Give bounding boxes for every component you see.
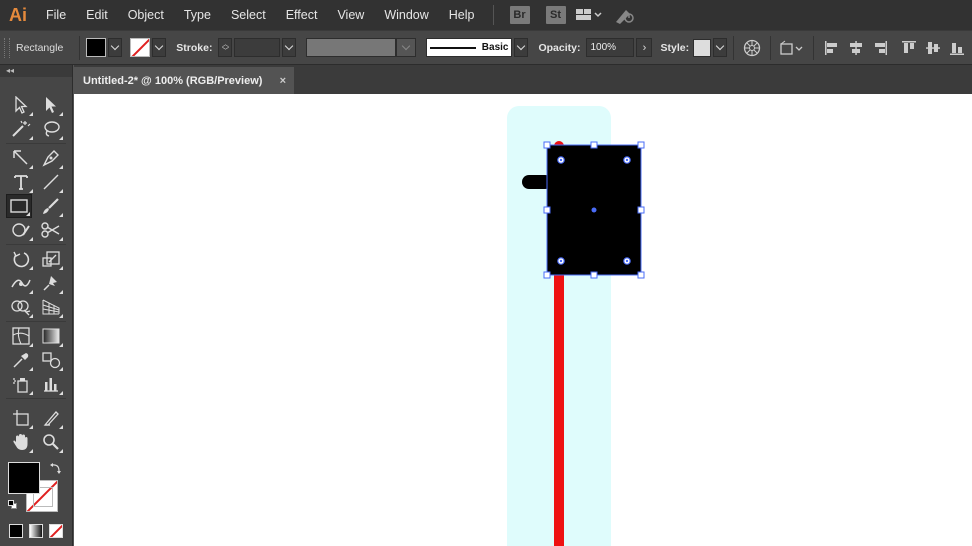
fill-swatch[interactable]	[86, 38, 107, 57]
selection-icon[interactable]	[8, 93, 34, 117]
lasso-icon[interactable]	[38, 117, 64, 141]
stroke-swatch[interactable]	[130, 38, 151, 57]
align-top-icon[interactable]	[898, 36, 920, 60]
perspective-grid-icon[interactable]	[38, 295, 64, 319]
document-canvas[interactable]	[74, 94, 972, 546]
artwork	[507, 106, 645, 546]
document-tab-bar: Untitled-2* @ 100% (RGB/Preview) ×	[74, 65, 972, 94]
menu-help[interactable]: Help	[439, 0, 485, 30]
gradient-icon[interactable]	[38, 324, 64, 348]
divider	[813, 35, 815, 60]
document-tab-label: Untitled-2* @ 100% (RGB/Preview)	[83, 74, 263, 87]
align-horizontal-center-icon[interactable]	[845, 36, 867, 60]
menu-bar: Ai File Edit Object Type Select Effect V…	[0, 0, 972, 30]
document-tab[interactable]: Untitled-2* @ 100% (RGB/Preview) ×	[74, 67, 294, 94]
menu-object[interactable]: Object	[118, 0, 174, 30]
tool-separator	[6, 244, 66, 245]
stroke-weight-dropdown[interactable]	[282, 38, 297, 57]
paintbrush-icon[interactable]	[38, 194, 64, 218]
bridge-button[interactable]: Br	[509, 6, 530, 24]
red-pole-shape	[554, 264, 564, 546]
center-point	[591, 207, 597, 213]
workspace-layout-icon[interactable]	[574, 0, 604, 30]
curvature-icon[interactable]	[38, 146, 64, 170]
menu-view[interactable]: View	[327, 0, 374, 30]
opacity-input[interactable]: 100%	[586, 38, 635, 57]
divider	[733, 35, 735, 60]
color-mode-button[interactable]	[9, 524, 23, 538]
eyedropper-icon[interactable]	[8, 348, 34, 372]
stroke-label: Stroke:	[176, 41, 213, 54]
menu-file[interactable]: File	[36, 0, 76, 30]
symbol-sprayer-icon[interactable]	[8, 372, 34, 396]
style-dropdown[interactable]	[713, 38, 728, 57]
menu-edit[interactable]: Edit	[76, 0, 118, 30]
fill-dropdown[interactable]	[108, 38, 123, 57]
close-tab-icon[interactable]: ×	[280, 75, 286, 87]
brush-label: Basic	[481, 42, 509, 53]
scissors-icon[interactable]	[38, 218, 64, 242]
width-icon[interactable]	[8, 271, 34, 295]
align-left-icon[interactable]	[821, 36, 843, 60]
stroke-weight-stepper[interactable]: ︿ ﹀	[218, 38, 233, 57]
transform-icon[interactable]	[778, 36, 806, 60]
stock-button[interactable]: St	[545, 6, 566, 24]
align-bottom-icon[interactable]	[946, 36, 968, 60]
divider	[79, 35, 81, 60]
magic-wand-icon[interactable]	[8, 117, 34, 141]
menu-select[interactable]: Select	[221, 0, 276, 30]
graphic-style-swatch[interactable]	[693, 38, 712, 57]
variable-width-dropdown	[396, 38, 417, 57]
swap-fill-stroke-icon[interactable]	[50, 461, 62, 474]
current-tool-name: Rectangle	[16, 41, 64, 54]
line-segment-icon[interactable]	[38, 170, 64, 194]
recolor-artwork-icon[interactable]	[741, 36, 763, 60]
direct-selection-icon[interactable]	[38, 93, 64, 117]
opacity-label[interactable]: Opacity:	[538, 42, 580, 54]
puppet-warp-icon[interactable]	[38, 271, 64, 295]
brush-definition[interactable]: Basic	[426, 38, 513, 57]
menu-separator	[492, 5, 494, 25]
brush-preview-line	[430, 46, 476, 49]
menu-window[interactable]: Window	[374, 0, 438, 30]
mesh-icon[interactable]	[8, 324, 34, 348]
blend-icon[interactable]	[38, 348, 64, 372]
stroke-weight-field[interactable]	[234, 38, 281, 57]
app-logo: Ai	[9, 4, 27, 25]
hand-icon[interactable]	[8, 430, 34, 454]
default-fill-stroke-icon[interactable]	[8, 500, 18, 510]
brush-dropdown[interactable]	[514, 38, 529, 57]
menu-effect[interactable]: Effect	[276, 0, 328, 30]
none-mode-button[interactable]	[49, 524, 63, 538]
column-graph-icon[interactable]	[38, 372, 64, 396]
menu-type[interactable]: Type	[174, 0, 221, 30]
scale-icon[interactable]	[38, 247, 64, 271]
stroke-dropdown[interactable]	[152, 38, 167, 57]
gpu-performance-icon[interactable]	[610, 0, 640, 30]
opacity-arrow-button[interactable]: ›	[636, 38, 653, 57]
pen-icon[interactable]	[8, 146, 34, 170]
artboard-icon[interactable]	[8, 406, 34, 430]
slice-icon[interactable]	[38, 406, 64, 430]
type-icon[interactable]	[8, 170, 34, 194]
shape-builder-icon[interactable]	[8, 295, 34, 319]
variable-width-profile	[306, 38, 397, 57]
zoom-icon[interactable]	[38, 430, 64, 454]
tool-separator	[6, 321, 66, 322]
tools-panel-collapse-icon[interactable]: ◂◂	[0, 65, 72, 77]
shaper-icon[interactable]	[8, 218, 34, 242]
tools-panel: ◂◂	[0, 65, 73, 546]
tool-separator	[6, 398, 66, 399]
align-vertical-center-icon[interactable]	[922, 36, 944, 60]
align-right-icon[interactable]	[869, 36, 891, 60]
style-label: Style:	[660, 41, 690, 54]
rectangle-icon[interactable]	[6, 194, 32, 218]
gradient-mode-button[interactable]	[29, 524, 43, 538]
fill-color-box[interactable]	[8, 462, 40, 494]
control-bar: Rectangle Stroke: ︿ ﹀ Basic Opacity: 100%…	[0, 30, 972, 65]
divider	[770, 35, 772, 60]
rotate-icon[interactable]	[8, 247, 34, 271]
tool-separator	[6, 143, 66, 144]
